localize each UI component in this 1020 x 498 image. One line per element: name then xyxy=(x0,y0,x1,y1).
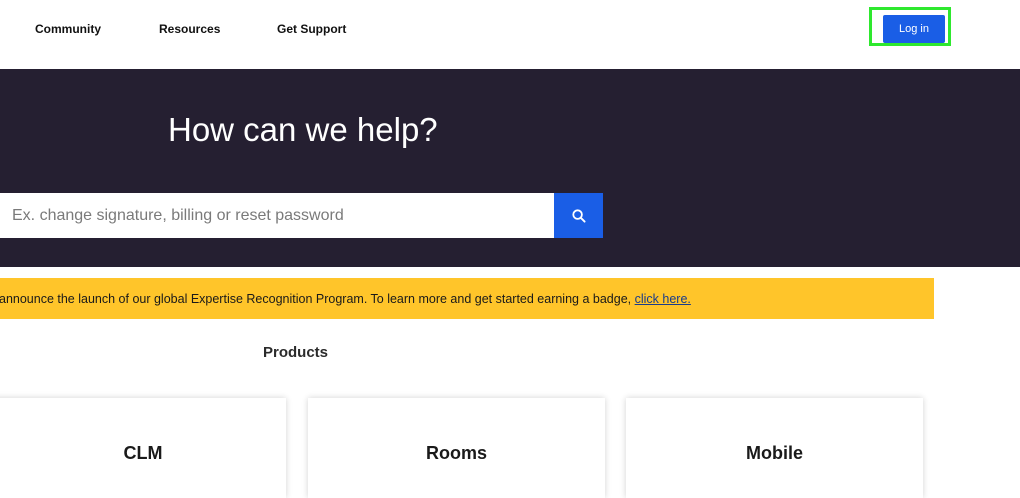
product-card-mobile[interactable]: Mobile xyxy=(626,398,923,498)
product-card-rooms[interactable]: Rooms xyxy=(308,398,605,498)
nav-get-support-link[interactable]: Get Support xyxy=(277,21,346,37)
product-card-clm[interactable]: CLM xyxy=(0,398,286,498)
announcement-banner: announce the launch of our global Expert… xyxy=(0,278,934,319)
product-card-title: Rooms xyxy=(425,443,487,463)
top-navigation: Community Resources Get Support Log in xyxy=(0,0,1020,69)
announcement-link[interactable]: click here. xyxy=(635,292,691,306)
hero-title: How can we help? xyxy=(168,111,438,148)
products-title: Products xyxy=(263,344,329,361)
search-icon xyxy=(571,208,586,223)
hero-banner: How can we help? xyxy=(0,69,1020,267)
search-input[interactable] xyxy=(0,193,554,238)
nav-community-link[interactable]: Community xyxy=(35,21,101,37)
announcement-text: announce the launch of our global Expert… xyxy=(0,291,691,307)
nav-resources-link[interactable]: Resources xyxy=(159,21,220,37)
product-card-title: CLM xyxy=(123,443,163,463)
search-button[interactable] xyxy=(554,193,603,238)
login-button[interactable]: Log in xyxy=(883,15,945,43)
product-card-title: Mobile xyxy=(746,443,803,463)
announcement-message: announce the launch of our global Expert… xyxy=(0,292,635,306)
